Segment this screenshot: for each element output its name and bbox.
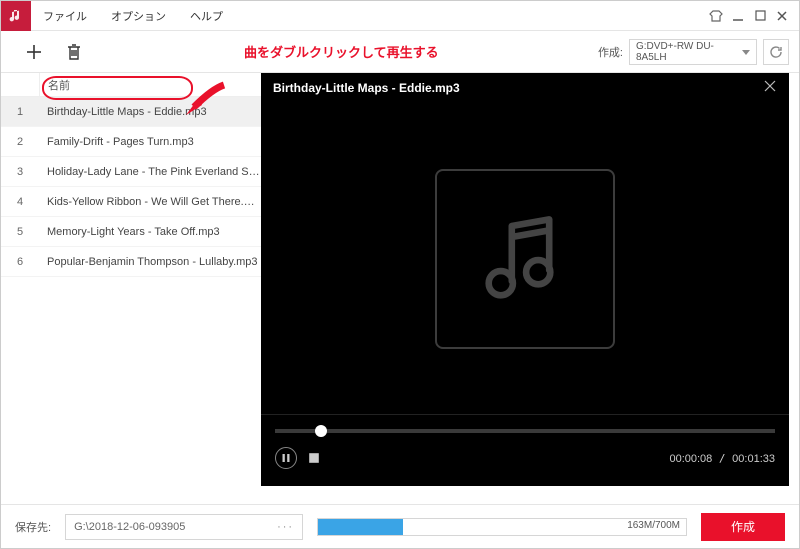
menu-help[interactable]: ヘルプ bbox=[178, 8, 235, 24]
menu-option[interactable]: オプション bbox=[99, 8, 178, 24]
player-canvas bbox=[261, 103, 789, 414]
album-art-placeholder bbox=[435, 169, 615, 349]
row-num: 1 bbox=[1, 106, 39, 118]
row-name: Family-Drift - Pages Turn.mp3 bbox=[39, 136, 261, 148]
row-num: 5 bbox=[1, 226, 39, 238]
refresh-button[interactable] bbox=[763, 39, 789, 65]
control-row: 00:00:08 / 00:01:33 bbox=[275, 447, 775, 469]
music-note-icon bbox=[470, 204, 580, 314]
list-item[interactable]: 4Kids-Yellow Ribbon - We Will Get There.… bbox=[1, 187, 261, 217]
browse-icon[interactable]: ··· bbox=[277, 521, 294, 533]
minimize-icon[interactable] bbox=[727, 5, 749, 27]
list-item[interactable]: 1Birthday-Little Maps - Eddie.mp3 bbox=[1, 97, 261, 127]
menu-file[interactable]: ファイル bbox=[31, 8, 99, 24]
create-button[interactable]: 作成 bbox=[701, 513, 785, 541]
row-num: 4 bbox=[1, 196, 39, 208]
menubar: ファイル オプション ヘルプ bbox=[1, 1, 799, 31]
row-name: Memory-Light Years - Take Off.mp3 bbox=[39, 226, 261, 238]
player-controls: 00:00:08 / 00:01:33 bbox=[261, 414, 789, 486]
capacity-bar: 163M/700M bbox=[317, 518, 687, 536]
list-item[interactable]: 3Holiday-Lady Lane - The Pink Everland S… bbox=[1, 157, 261, 187]
window-controls bbox=[705, 5, 799, 27]
toolbar: 曲をダブルクリックして再生する 作成: G:DVD+-RW DU-8A5LH bbox=[1, 31, 799, 73]
list-header: 名前 bbox=[1, 73, 261, 97]
app-logo-icon bbox=[1, 1, 31, 31]
create-label: 作成: bbox=[598, 44, 623, 60]
player-panel: Birthday-Little Maps - Eddie.mp3 bbox=[261, 73, 789, 486]
row-name: Popular-Benjamin Thompson - Lullaby.mp3 bbox=[39, 256, 261, 268]
row-num: 2 bbox=[1, 136, 39, 148]
row-num: 6 bbox=[1, 256, 39, 268]
stop-button[interactable] bbox=[307, 451, 321, 465]
toolbar-right: 作成: G:DVD+-RW DU-8A5LH bbox=[598, 39, 789, 65]
row-name: Holiday-Lady Lane - The Pink Everland Sk… bbox=[39, 166, 261, 178]
delete-button[interactable] bbox=[59, 37, 89, 67]
player-close-button[interactable] bbox=[763, 79, 777, 98]
menu-items: ファイル オプション ヘルプ bbox=[31, 8, 235, 24]
row-num: 3 bbox=[1, 166, 39, 178]
app-window: ファイル オプション ヘルプ 曲をダブルクリックして再生する 作成: G:DVD… bbox=[0, 0, 800, 549]
seek-knob[interactable] bbox=[315, 425, 327, 437]
skin-icon[interactable] bbox=[705, 5, 727, 27]
timecode: 00:00:08 / 00:01:33 bbox=[669, 452, 775, 465]
close-icon[interactable] bbox=[771, 5, 793, 27]
callout-text: 曲をダブルクリックして再生する bbox=[244, 42, 439, 61]
add-button[interactable] bbox=[19, 37, 49, 67]
player-titlebar: Birthday-Little Maps - Eddie.mp3 bbox=[261, 73, 789, 103]
drive-select[interactable]: G:DVD+-RW DU-8A5LH bbox=[629, 39, 757, 65]
row-name: Kids-Yellow Ribbon - We Will Get There.m… bbox=[39, 196, 261, 208]
col-name-header: 名前 bbox=[39, 73, 261, 96]
music-icon bbox=[8, 8, 24, 24]
list-rows: 1Birthday-Little Maps - Eddie.mp3 2Famil… bbox=[1, 97, 261, 277]
row-name: Birthday-Little Maps - Eddie.mp3 bbox=[39, 106, 261, 118]
footer: 保存先: G:\2018-12-06-093905 ··· 163M/700M … bbox=[1, 504, 799, 548]
list-item[interactable]: 5Memory-Light Years - Take Off.mp3 bbox=[1, 217, 261, 247]
main-area: 名前 1Birthday-Little Maps - Eddie.mp3 2Fa… bbox=[1, 73, 799, 504]
capacity-text: 163M/700M bbox=[627, 520, 680, 531]
pause-button[interactable] bbox=[275, 447, 297, 469]
player-title-text: Birthday-Little Maps - Eddie.mp3 bbox=[273, 81, 460, 95]
capacity-fill bbox=[318, 519, 403, 535]
save-path-input[interactable]: G:\2018-12-06-093905 ··· bbox=[65, 514, 303, 540]
maximize-icon[interactable] bbox=[749, 5, 771, 27]
list-item[interactable]: 6Popular-Benjamin Thompson - Lullaby.mp3 bbox=[1, 247, 261, 277]
track-list: 名前 1Birthday-Little Maps - Eddie.mp3 2Fa… bbox=[1, 73, 261, 504]
save-to-label: 保存先: bbox=[15, 519, 51, 535]
seek-bar[interactable] bbox=[275, 429, 775, 433]
list-item[interactable]: 2Family-Drift - Pages Turn.mp3 bbox=[1, 127, 261, 157]
